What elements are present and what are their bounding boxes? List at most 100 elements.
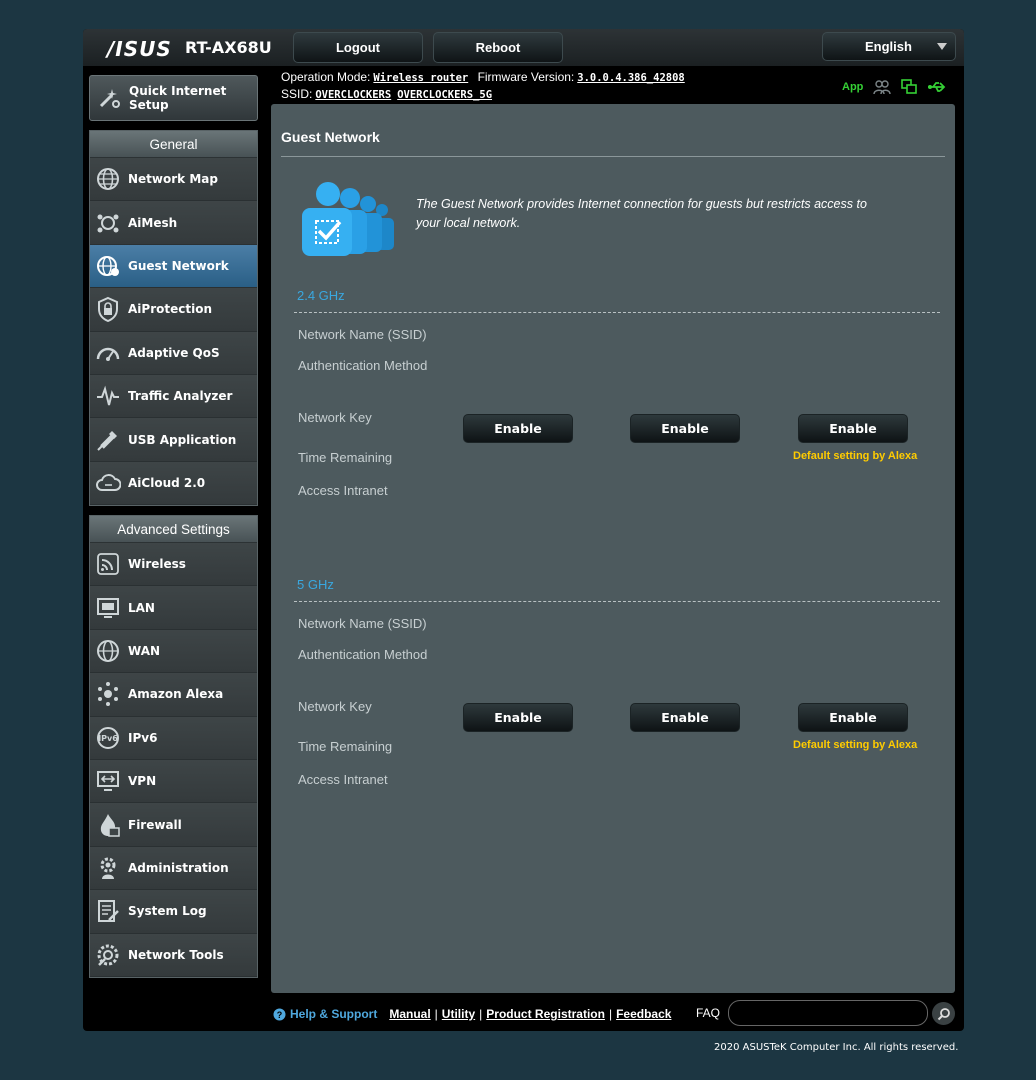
footer-links: ? Help & Support Manual | Utility | Prod…	[273, 1006, 671, 1022]
guest-users-icon	[302, 182, 394, 256]
sidebar-item-wan[interactable]: WAN	[90, 629, 257, 674]
advanced-menu: Advanced Settings Wireless LAN WAN Amazon A…	[89, 515, 258, 978]
product-registration-link[interactable]: Product Registration	[486, 1007, 605, 1021]
sidebar-item-vpn[interactable]: VPN	[90, 759, 257, 804]
asus-logo: /ISUS	[107, 37, 172, 61]
guest-network-description: The Guest Network provides Internet conn…	[416, 197, 867, 230]
sidebar-item-administration[interactable]: Administration	[90, 846, 257, 891]
faq-label: FAQ	[696, 1006, 721, 1020]
status-icons: App	[842, 78, 949, 96]
sidebar-item-system-log[interactable]: System Log	[90, 890, 257, 934]
link-separator: |	[608, 1007, 613, 1021]
usb-status-icon[interactable]	[927, 80, 949, 94]
clients-icon[interactable]	[873, 79, 892, 95]
copyright: 2020 ASUSTeK Computer Inc. All rights re…	[714, 1042, 959, 1053]
band-divider	[294, 601, 940, 602]
sidebar-item-network-map[interactable]: Network Map	[90, 158, 257, 202]
general-menu: General Network Map AiMesh Guest Network Ai…	[89, 130, 258, 506]
sidebar-item-aicloud-2-0[interactable]: AiCloud 2.0	[90, 461, 257, 506]
guest-globe-icon	[97, 255, 119, 276]
sidebar-item-label: Adaptive QoS	[128, 345, 220, 360]
feedback-link[interactable]: Feedback	[616, 1007, 671, 1021]
reboot-button[interactable]: Reboot	[433, 32, 563, 63]
ssid-24-link[interactable]: OVERCLOCKERS	[315, 89, 391, 101]
link-separator: |	[479, 1007, 483, 1021]
language-value: English	[865, 39, 912, 54]
sidebar-item-firewall[interactable]: Firewall	[90, 803, 257, 847]
sidebar-item-amazon-alexa[interactable]: Amazon Alexa	[90, 673, 257, 717]
ssid-status: SSID: OVERCLOCKERS OVERCLOCKERS_5G	[281, 87, 498, 101]
sidebar-item-label: AiCloud 2.0	[128, 475, 206, 490]
manual-link[interactable]: Manual	[389, 1007, 430, 1021]
sidebar-item-ipv6[interactable]: IPv6 IPv6	[90, 716, 257, 760]
guest-5ghz-enable-button-3[interactable]: Enable	[798, 703, 908, 732]
wifi-icon	[97, 553, 119, 576]
wan-globe-icon	[97, 639, 119, 662]
sidebar-item-label: USB Application	[128, 432, 237, 447]
logout-button[interactable]: Logout	[293, 32, 423, 63]
ssid-5-link[interactable]: OVERCLOCKERS_5G	[397, 89, 492, 101]
sidebar-item-label: Firewall	[128, 817, 182, 832]
advanced-menu-header: Advanced Settings	[90, 516, 257, 543]
help-support-link[interactable]: Help & Support	[290, 1007, 377, 1021]
band-title-24ghz: 2.4 GHz	[297, 288, 345, 303]
lan-icon	[97, 597, 119, 618]
guest-5ghz-enable-button-2[interactable]: Enable	[630, 703, 740, 732]
guest-24ghz-enable-button-3[interactable]: Enable	[798, 414, 908, 443]
guest-24ghz-enable-button-1[interactable]: Enable	[463, 414, 573, 443]
sidebar-item-label: LAN	[128, 600, 155, 615]
row-label: Time Remaining	[298, 450, 393, 465]
sidebar-item-adaptive-qos[interactable]: Adaptive QoS	[90, 331, 257, 375]
row-label: Network Name (SSID)	[298, 327, 427, 342]
sidebar-item-lan[interactable]: LAN	[90, 586, 257, 630]
sidebar-item-label: Amazon Alexa	[128, 687, 224, 702]
chevron-down-icon	[937, 43, 947, 50]
utility-link[interactable]: Utility	[442, 1007, 475, 1021]
quick-setup-label: Quick Internet Setup	[129, 84, 227, 112]
faq-search-button[interactable]	[932, 1002, 955, 1025]
sidebar-item-label: Administration	[128, 860, 229, 875]
search-icon	[937, 1007, 950, 1020]
sidebar-item-label: Network Map	[128, 172, 218, 187]
row-label: Authentication Method	[298, 358, 428, 373]
alexa-default-note: Default setting by Alexa	[793, 450, 918, 462]
quick-internet-setup-button[interactable]: Quick Internet Setup	[89, 75, 258, 121]
sidebar-item-traffic-analyzer[interactable]: Traffic Analyzer	[90, 374, 257, 419]
globe-icon	[97, 168, 119, 191]
row-label: Access Intranet	[298, 483, 388, 498]
sidebar-item-usb-application[interactable]: USB Application	[90, 418, 257, 462]
faq-search-input[interactable]	[728, 1000, 928, 1026]
sidebar-item-aimesh[interactable]: AiMesh	[90, 201, 257, 245]
operation-status: Operation Mode: Wireless router Firmware …	[281, 70, 691, 84]
row-label: Network Key	[298, 699, 372, 714]
ipv6-icon: IPv6	[97, 726, 119, 749]
network-status-icon[interactable]	[901, 79, 918, 95]
app-link[interactable]: App	[842, 81, 863, 93]
sidebar-item-guest-network[interactable]: Guest Network	[90, 244, 257, 289]
mesh-icon	[97, 214, 119, 233]
wand-tools-icon	[99, 89, 120, 108]
operation-mode-link[interactable]: Wireless router	[373, 72, 468, 84]
sidebar-item-network-tools[interactable]: Network Tools	[90, 933, 257, 977]
shield-lock-icon	[98, 297, 118, 323]
guest-24ghz-enable-button-2[interactable]: Enable	[630, 414, 740, 443]
guest-5ghz-enable-button-1[interactable]: Enable	[463, 703, 573, 732]
firmware-label: Firmware Version:	[477, 70, 575, 84]
general-menu-header: General	[90, 131, 257, 158]
firmware-link[interactable]: 3.0.0.4.386_42808	[577, 72, 684, 84]
sidebar-item-label: Network Tools	[128, 947, 224, 962]
row-label: Network Key	[298, 410, 372, 425]
band-title-5ghz: 5 GHz	[297, 577, 334, 592]
row-label: Time Remaining	[298, 739, 393, 754]
cloud-icon	[96, 473, 121, 491]
usb-icon	[97, 430, 117, 451]
sidebar-item-label: VPN	[128, 774, 157, 789]
language-select[interactable]: English	[822, 32, 956, 61]
svg-text:IPv6: IPv6	[98, 734, 118, 743]
svg-text:?: ?	[277, 1010, 283, 1020]
sidebar-item-label: WAN	[128, 643, 161, 658]
firewall-icon	[100, 813, 120, 837]
ssid-label: SSID:	[281, 87, 313, 101]
sidebar-item-wireless[interactable]: Wireless	[90, 543, 257, 587]
sidebar-item-aiprotection[interactable]: AiProtection	[90, 288, 257, 332]
